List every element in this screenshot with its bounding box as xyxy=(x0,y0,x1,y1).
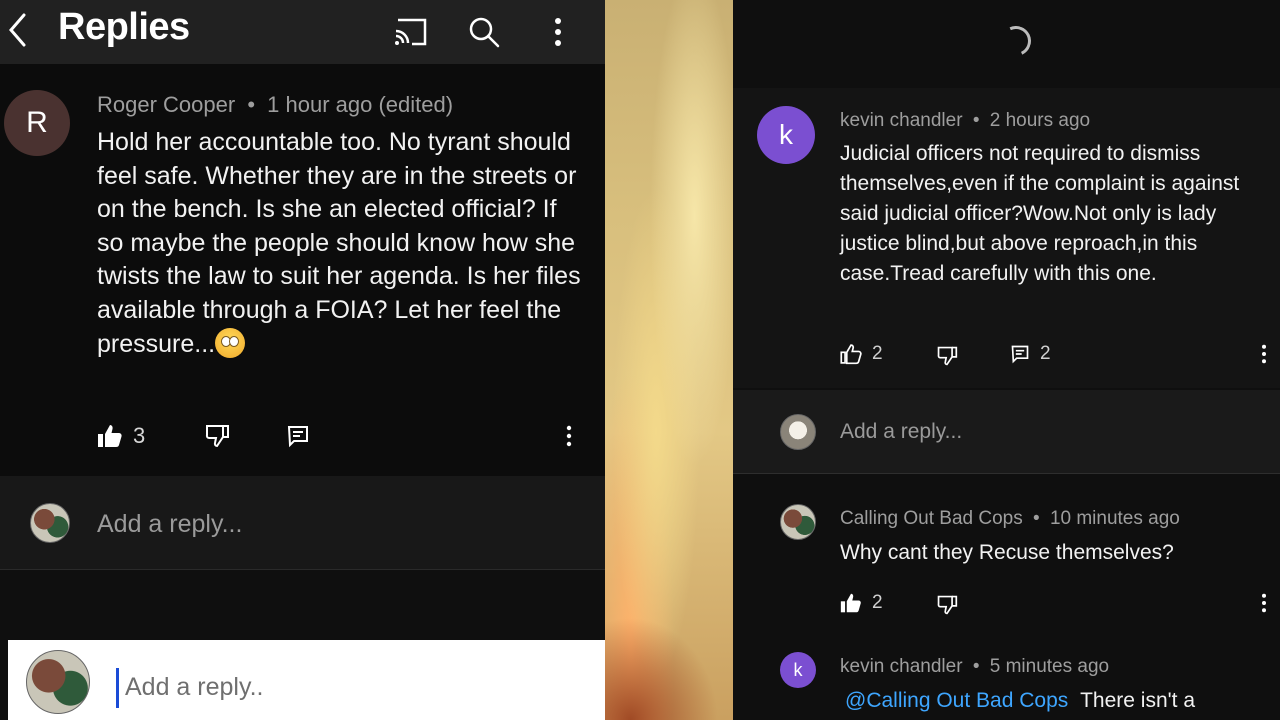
avatar[interactable]: k xyxy=(780,652,816,688)
more-vertical-icon xyxy=(566,425,572,447)
meta-separator: • xyxy=(247,92,256,117)
reply-button[interactable] xyxy=(286,420,310,452)
replies-button[interactable]: 2 xyxy=(1010,340,1051,368)
thumbs-down-icon xyxy=(205,425,229,448)
add-reply-placeholder: Add a reply... xyxy=(840,420,963,443)
app-header: Replies xyxy=(0,0,605,64)
replies-panel-right: k kevin chandler • 2 hours ago Judicial … xyxy=(733,0,1280,720)
avatar[interactable]: R xyxy=(4,90,70,156)
reply-text: Why cant they Recuse themselves? xyxy=(840,541,1174,564)
comment-body: Hold her accountable too. No tyrant shou… xyxy=(97,128,581,358)
dislike-button[interactable] xyxy=(936,591,958,619)
dislike-button[interactable] xyxy=(936,342,958,370)
cast-button[interactable] xyxy=(388,10,432,54)
thumbs-down-icon xyxy=(937,346,958,366)
replies-panel-left: Replies R Roger Cooper • 1 hour ago (edi… xyxy=(0,0,605,720)
comment-reply-icon xyxy=(287,426,308,448)
search-button[interactable] xyxy=(462,10,506,54)
reply-time: 10 minutes ago xyxy=(1049,508,1180,529)
avatar[interactable] xyxy=(780,504,816,540)
more-vertical-icon xyxy=(1262,593,1266,613)
reply-time: 5 minutes ago xyxy=(989,656,1110,677)
add-reply-row[interactable]: Add a reply... xyxy=(0,476,605,570)
rolling-eyes-emoji-icon xyxy=(215,327,246,358)
reply-text: @Calling Out Bad Cops There isn't a xyxy=(845,686,1275,716)
avatar[interactable]: k xyxy=(757,106,815,164)
comment-card: k kevin chandler • 2 hours ago Judicial … xyxy=(733,88,1280,388)
author-name[interactable]: kevin chandler xyxy=(840,656,963,677)
reply-item: k kevin chandler • 5 minutes ago @Callin… xyxy=(733,646,1280,720)
comment-reply-icon xyxy=(1011,345,1029,364)
reply-composer: Add a reply.. xyxy=(8,640,605,720)
comment-options-button[interactable] xyxy=(1261,340,1267,368)
comment-options-button[interactable] xyxy=(566,420,572,452)
reply-item: Calling Out Bad Cops • 10 minutes ago Wh… xyxy=(733,496,1280,636)
like-count: 2 xyxy=(872,343,883,364)
back-button[interactable] xyxy=(4,10,30,50)
reply-meta: Calling Out Bad Cops • 10 minutes ago xyxy=(840,508,1180,530)
more-vertical-icon xyxy=(1262,344,1266,364)
reply-options-button[interactable] xyxy=(1261,589,1267,617)
loading-spinner-icon xyxy=(996,21,1036,61)
reply-body: There isn't a xyxy=(1080,689,1196,712)
comment-time: 1 hour ago (edited) xyxy=(267,92,454,117)
reply-meta: kevin chandler • 5 minutes ago xyxy=(840,656,1109,678)
more-options-button[interactable] xyxy=(536,10,580,54)
dislike-button[interactable] xyxy=(204,420,230,452)
comment-meta: kevin chandler • 2 hours ago xyxy=(840,110,1090,132)
comment-text: Hold her accountable too. No tyrant shou… xyxy=(97,126,587,361)
page-title: Replies xyxy=(58,6,190,48)
thumbs-up-icon xyxy=(840,344,862,365)
comment-card: R Roger Cooper • 1 hour ago (edited) Hol… xyxy=(0,64,605,476)
search-icon xyxy=(469,17,500,48)
cast-icon xyxy=(395,18,427,46)
like-button[interactable]: 3 xyxy=(97,420,145,452)
user-avatar xyxy=(30,503,70,543)
author-name[interactable]: Calling Out Bad Cops xyxy=(840,508,1023,529)
comment-time: 2 hours ago xyxy=(989,110,1091,131)
comment-text: Judicial officers not required to dismis… xyxy=(840,142,1240,285)
thumbs-up-filled-icon xyxy=(840,593,861,613)
reply-count: 2 xyxy=(1040,343,1051,364)
user-avatar xyxy=(780,414,816,450)
background-video xyxy=(605,0,733,720)
thumbs-up-filled-icon xyxy=(98,425,122,447)
like-button[interactable]: 2 xyxy=(840,340,883,368)
more-vertical-icon xyxy=(555,18,561,46)
video-glow xyxy=(605,600,733,720)
thumbs-down-icon xyxy=(937,595,958,615)
meta-separator: • xyxy=(972,656,980,677)
comment-meta: Roger Cooper • 1 hour ago (edited) xyxy=(97,92,453,118)
like-count: 3 xyxy=(133,423,146,448)
reply-input[interactable]: Add a reply.. xyxy=(116,668,264,708)
like-button[interactable]: 2 xyxy=(840,589,883,617)
author-name[interactable]: Roger Cooper xyxy=(97,92,235,117)
add-reply-placeholder: Add a reply... xyxy=(97,510,243,538)
user-avatar xyxy=(26,650,90,714)
like-count: 2 xyxy=(872,592,883,613)
meta-separator: • xyxy=(972,110,980,131)
meta-separator: • xyxy=(1033,508,1040,529)
add-reply-row[interactable]: Add a reply... xyxy=(733,390,1280,474)
chevron-left-icon xyxy=(9,13,26,47)
author-name[interactable]: kevin chandler xyxy=(840,110,963,131)
mention-link[interactable]: @Calling Out Bad Cops xyxy=(845,689,1068,712)
